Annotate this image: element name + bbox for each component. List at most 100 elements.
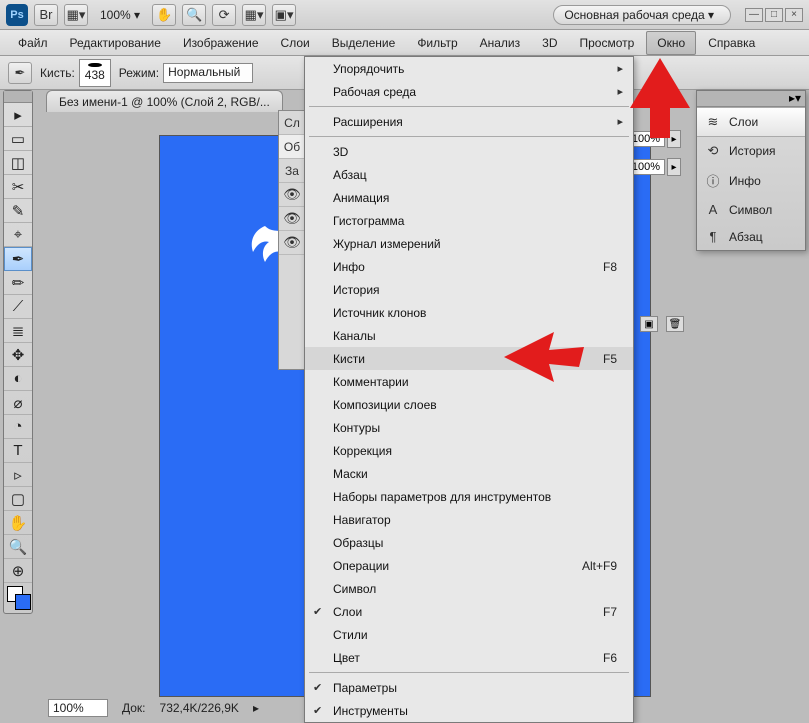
menu-item-наборы-параметров-для-инструментов[interactable]: Наборы параметров для инструментов: [305, 485, 633, 508]
layer-visibility-icon[interactable]: 👁: [279, 207, 305, 231]
menu-edit[interactable]: Редактирование: [60, 32, 171, 54]
tools-panel-grip[interactable]: [4, 91, 32, 103]
clone-tool[interactable]: ✏: [4, 271, 32, 295]
status-menu-arrow-icon[interactable]: ▸: [253, 701, 259, 715]
menu-item-инфо[interactable]: ИнфоF8: [305, 255, 633, 278]
new-layer-icon[interactable]: ▣: [640, 316, 658, 332]
pen-tool[interactable]: ◔: [4, 415, 32, 439]
menu-item-навигатор[interactable]: Навигатор: [305, 508, 633, 531]
document-tab[interactable]: Без имени-1 @ 100% (Слой 2, RGB/...: [46, 90, 283, 112]
menu-item-операции[interactable]: ОперацииAlt+F9: [305, 554, 633, 577]
zoom-tool[interactable]: 🔍: [4, 535, 32, 559]
dodge-tool[interactable]: ⌀: [4, 391, 32, 415]
menu-help[interactable]: Справка: [698, 32, 765, 54]
menu-item-инструменты[interactable]: Инструменты: [305, 699, 633, 722]
blur-tool[interactable]: ◐: [4, 367, 32, 391]
menu-filter[interactable]: Фильтр: [407, 32, 467, 54]
rotate-view-button[interactable]: ⟳: [212, 4, 236, 26]
menu-item-композиции-слоев[interactable]: Композиции слоев: [305, 393, 633, 416]
menu-window[interactable]: Окно: [646, 31, 696, 55]
menu-item-каналы[interactable]: Каналы: [305, 324, 633, 347]
move-tool[interactable]: ▸: [4, 103, 32, 127]
workspace-switcher[interactable]: Основная рабочая среда ▾: [553, 5, 731, 25]
background-swatch[interactable]: [15, 594, 31, 610]
menu-item-рабочая-среда[interactable]: Рабочая среда: [305, 80, 633, 103]
menu-item-контуры[interactable]: Контуры: [305, 416, 633, 439]
eyedropper-tool[interactable]: ✎: [4, 199, 32, 223]
menu-file[interactable]: Файл: [8, 32, 58, 54]
eraser-tool[interactable]: ≣: [4, 319, 32, 343]
zoom-tool-button[interactable]: 🔍: [182, 4, 206, 26]
menu-item-label: Журнал измерений: [333, 237, 441, 251]
blend-mode-select[interactable]: Нормальный: [163, 63, 253, 83]
menu-item-маски[interactable]: Маски: [305, 462, 633, 485]
layer-visibility-icon[interactable]: 👁: [279, 183, 305, 207]
menu-view[interactable]: Просмотр: [569, 32, 644, 54]
menu-item-3d[interactable]: 3D: [305, 140, 633, 163]
brush-tool[interactable]: ✒: [4, 247, 32, 271]
layer-visibility-icon[interactable]: 👁: [279, 231, 305, 255]
menu-item-слои[interactable]: СлоиF7: [305, 600, 633, 623]
menu-item-история[interactable]: История: [305, 278, 633, 301]
menu-analysis[interactable]: Анализ: [470, 32, 531, 54]
layers-tab-fragment[interactable]: Сл: [279, 111, 305, 135]
heal-tool[interactable]: ⌖: [4, 223, 32, 247]
menu-3d[interactable]: 3D: [532, 32, 567, 54]
type-tool[interactable]: T: [4, 439, 32, 463]
bridge-button[interactable]: Br: [34, 4, 58, 26]
marquee-tool[interactable]: ▭: [4, 127, 32, 151]
tool-preset-button[interactable]: ✒: [8, 62, 32, 84]
menu-item-абзац[interactable]: Абзац: [305, 163, 633, 186]
menu-select[interactable]: Выделение: [322, 32, 406, 54]
view-extras-button[interactable]: ▦▾: [64, 4, 88, 26]
color-swatches[interactable]: [4, 583, 32, 613]
panel-character[interactable]: A Символ: [697, 196, 805, 223]
menu-item-журнал-измерений[interactable]: Журнал измерений: [305, 232, 633, 255]
menu-item-label: Каналы: [333, 329, 376, 343]
window-close-button[interactable]: ×: [785, 8, 803, 22]
opacity-stepper-1[interactable]: ▸: [667, 130, 681, 148]
menu-item-источник-клонов[interactable]: Источник клонов: [305, 301, 633, 324]
panel-info[interactable]: ⓘ Инфо: [697, 165, 805, 196]
layers-row-fragment-2[interactable]: За: [279, 159, 305, 183]
hand-tool[interactable]: ✋: [4, 511, 32, 535]
brush-preset-picker[interactable]: 438: [79, 59, 111, 87]
menu-layers[interactable]: Слои: [271, 32, 320, 54]
arrange-docs-button[interactable]: ▦▾: [242, 4, 266, 26]
window-minimize-button[interactable]: —: [745, 8, 763, 22]
dock-menu-icon[interactable]: ▸▾: [789, 91, 801, 106]
hand-tool-button[interactable]: ✋: [152, 4, 176, 26]
menu-item-образцы[interactable]: Образцы: [305, 531, 633, 554]
gradient-tool[interactable]: ✥: [4, 343, 32, 367]
menu-item-упорядочить[interactable]: Упорядочить: [305, 57, 633, 80]
panel-history[interactable]: ⟲ История: [697, 137, 805, 165]
shape-tool[interactable]: ▢: [4, 487, 32, 511]
menu-item-символ[interactable]: Символ: [305, 577, 633, 600]
window-maximize-button[interactable]: □: [765, 8, 783, 22]
menu-item-кисти[interactable]: КистиF5: [305, 347, 633, 370]
menu-item-расширения[interactable]: Расширения: [305, 110, 633, 133]
trash-icon[interactable]: 🗑: [666, 316, 684, 332]
panel-layers[interactable]: ≋ Слои: [697, 107, 805, 137]
path-select-tool[interactable]: ▹: [4, 463, 32, 487]
dock-grip[interactable]: ▸▾: [697, 91, 805, 107]
menu-item-label: Слои: [333, 605, 362, 619]
menu-item-гистограмма[interactable]: Гистограмма: [305, 209, 633, 232]
screen-mode-button[interactable]: ▣▾: [272, 4, 296, 26]
rotate-view-tool[interactable]: ⊕: [4, 559, 32, 583]
menu-item-комментарии[interactable]: Комментарии: [305, 370, 633, 393]
opacity-stepper-2[interactable]: ▸: [667, 158, 681, 176]
panel-paragraph[interactable]: ¶ Абзац: [697, 223, 805, 250]
menu-item-параметры[interactable]: Параметры: [305, 676, 633, 699]
menu-item-анимация[interactable]: Анимация: [305, 186, 633, 209]
menu-item-коррекция[interactable]: Коррекция: [305, 439, 633, 462]
lasso-tool[interactable]: ◫: [4, 151, 32, 175]
layers-row-fragment-1[interactable]: Об: [279, 135, 305, 159]
status-zoom-input[interactable]: 100%: [48, 699, 108, 717]
crop-tool[interactable]: ✂: [4, 175, 32, 199]
zoom-level[interactable]: 100% ▾: [94, 8, 146, 22]
menu-item-цвет[interactable]: ЦветF6: [305, 646, 633, 669]
history-brush-tool[interactable]: ⟋: [4, 295, 32, 319]
menu-item-стили[interactable]: Стили: [305, 623, 633, 646]
menu-image[interactable]: Изображение: [173, 32, 269, 54]
